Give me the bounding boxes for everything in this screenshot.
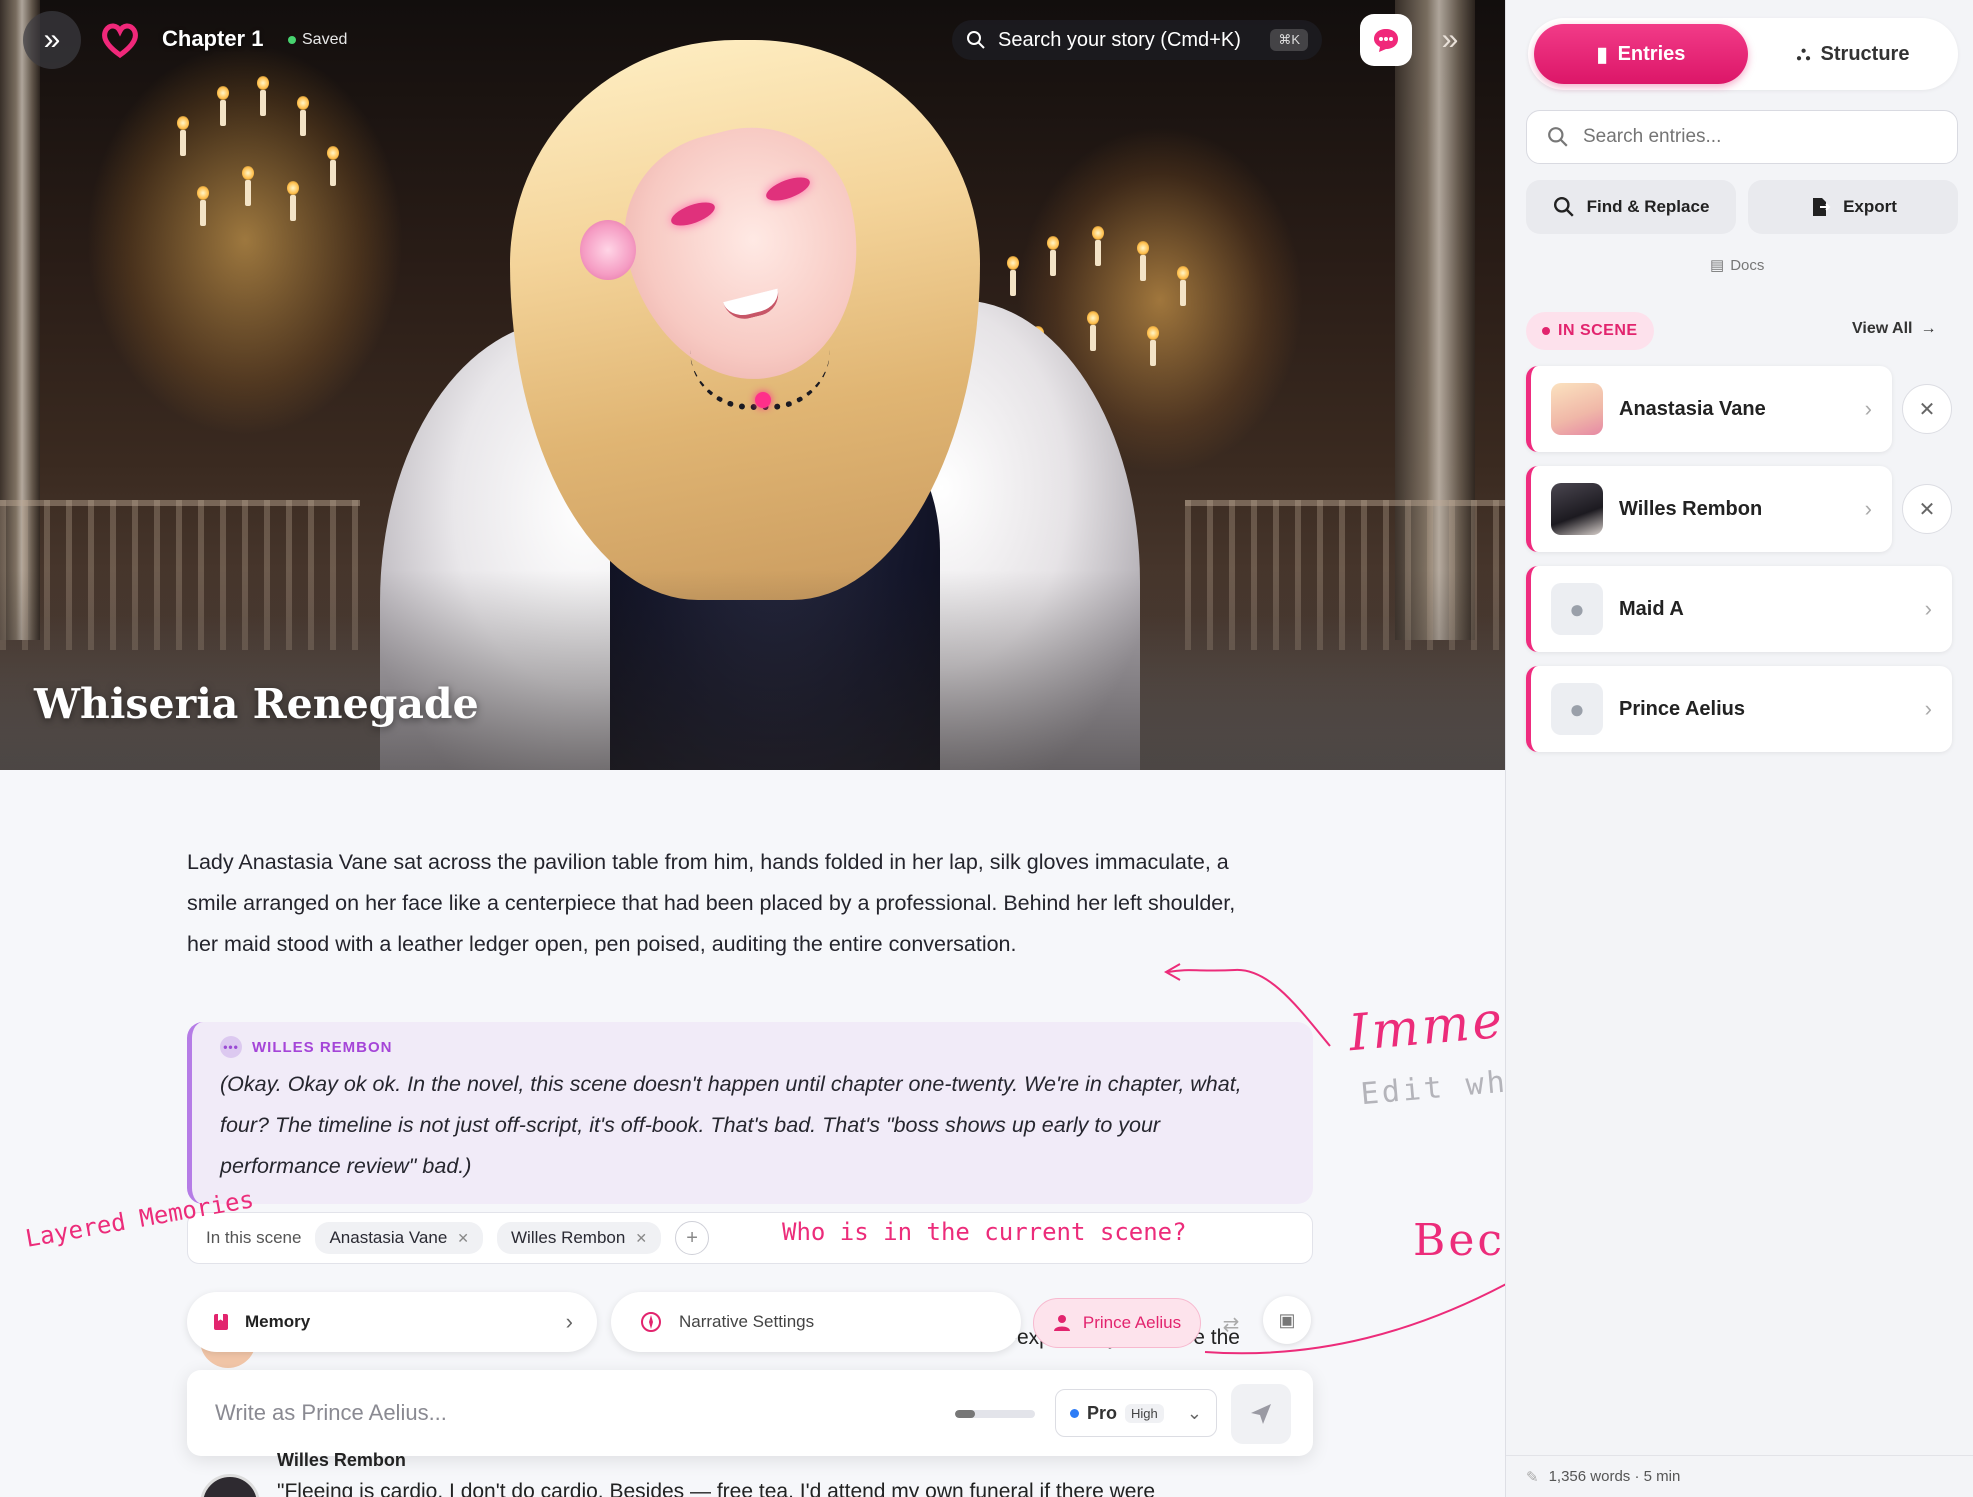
- close-icon[interactable]: ✕: [635, 1230, 647, 1247]
- entry-card[interactable]: ● Maid A ›: [1526, 566, 1952, 652]
- entries-search: [1526, 110, 1958, 164]
- tab-structure[interactable]: ⛬ Structure: [1754, 24, 1952, 84]
- chat-button[interactable]: [1360, 14, 1412, 66]
- tray-icon: ▣: [1278, 1309, 1296, 1330]
- save-draft-button[interactable]: ▣: [1263, 1296, 1311, 1344]
- chevron-right-icon: ›: [565, 1309, 573, 1334]
- bookmark-icon: [214, 1314, 228, 1330]
- status-dot: [1542, 327, 1550, 335]
- book-icon: ▮: [1596, 43, 1608, 66]
- thought-icon: •••: [220, 1036, 242, 1058]
- entries-sidebar: ▮ Entries ⛬ Structure Find & Replace Exp…: [1505, 0, 1973, 1497]
- story-title: Whiseria Renegade: [34, 680, 479, 728]
- scene-chip[interactable]: Anastasia Vane ✕: [315, 1222, 484, 1254]
- message-text: "Fleeing is cardio. I don't do cardio. B…: [277, 1480, 1156, 1497]
- creativity-slider[interactable]: [955, 1410, 1035, 1418]
- composer-toolbar: Memory › Narrative Settings Prince Aeliu…: [187, 1288, 1313, 1358]
- remove-entry-button[interactable]: ✕: [1902, 484, 1952, 534]
- scene-label: In this scene: [206, 1228, 302, 1247]
- document-icon: ▤: [1710, 257, 1725, 274]
- chat-bubble-icon: [1374, 29, 1398, 52]
- close-icon[interactable]: ✕: [457, 1230, 469, 1247]
- search-icon: [1553, 196, 1574, 217]
- swap-icon: ⇄: [1222, 1313, 1240, 1336]
- double-chevron-right-icon: »: [43, 23, 61, 56]
- app-root: Whiseria Renegade » Chapter 1 Saved Sear…: [0, 0, 1973, 1497]
- save-status: Saved: [288, 31, 347, 49]
- user-icon: ●: [1551, 583, 1603, 635]
- export-icon: [1813, 198, 1831, 216]
- send-icon: [1251, 1404, 1271, 1424]
- scene-chip[interactable]: Willes Rembon ✕: [497, 1222, 662, 1254]
- composer-input[interactable]: [215, 1400, 895, 1426]
- chevron-down-icon: ⌄: [1186, 1402, 1202, 1423]
- sidebar-tabs: ▮ Entries ⛬ Structure: [1528, 18, 1958, 90]
- annotation-who: Who is in the current scene?: [782, 1218, 1187, 1246]
- message-author: Willes Rembon: [277, 1450, 406, 1470]
- story-paragraph: Lady Anastasia Vane sat across the pavil…: [187, 850, 1236, 956]
- model-tier: High: [1125, 1403, 1164, 1423]
- avatar: [1551, 483, 1603, 535]
- tab-entries[interactable]: ▮ Entries: [1534, 24, 1748, 84]
- heart-logo-icon: [102, 23, 138, 59]
- docs-link[interactable]: ▤ Docs: [1710, 256, 1764, 275]
- close-icon: ✕: [1918, 398, 1936, 421]
- narrative-settings-button[interactable]: Narrative Settings: [611, 1292, 1021, 1352]
- search-input[interactable]: [1583, 126, 1923, 148]
- remove-entry-button[interactable]: ✕: [1902, 384, 1952, 434]
- avatar: [1551, 383, 1603, 435]
- memory-button[interactable]: Memory ›: [187, 1292, 597, 1352]
- thought-speaker: WILLES REMBON: [252, 1038, 393, 1056]
- swap-persona-button[interactable]: ⇄: [1211, 1304, 1251, 1344]
- send-button[interactable]: [1231, 1384, 1291, 1444]
- entry-card[interactable]: ● Prince Aelius ›: [1526, 666, 1952, 752]
- chevron-right-icon: ›: [1924, 596, 1932, 621]
- double-chevron-right-icon: »: [1441, 23, 1459, 56]
- feather-icon: ✎: [1526, 1468, 1539, 1486]
- thought-text: (Okay. Okay ok ok. In the novel, this sc…: [220, 1072, 1242, 1178]
- user-icon: ●: [1551, 683, 1603, 735]
- collapse-panel-button[interactable]: »: [1428, 18, 1472, 62]
- story-search-button[interactable]: Search your story (Cmd+K) ⌘K: [952, 20, 1322, 60]
- model-select[interactable]: Pro High ⌄: [1055, 1389, 1217, 1437]
- chapter-title[interactable]: Chapter 1: [162, 26, 263, 52]
- persona-button[interactable]: Prince Aelius: [1033, 1298, 1201, 1348]
- search-icon: [1548, 127, 1568, 147]
- avatar: [200, 1474, 260, 1497]
- find-replace-button[interactable]: Find & Replace: [1526, 180, 1736, 234]
- model-dot: [1070, 1408, 1079, 1418]
- thought-block: ••• WILLES REMBON (Okay. Okay ok ok. In …: [187, 1022, 1313, 1204]
- hero-banner: Whiseria Renegade: [0, 0, 1505, 770]
- close-icon: ✕: [1918, 498, 1936, 521]
- message-composer: Pro High ⌄: [187, 1370, 1313, 1456]
- compass-icon: [641, 1312, 661, 1332]
- add-participant-button[interactable]: +: [675, 1221, 710, 1255]
- entry-card[interactable]: Willes Rembon ›: [1526, 466, 1892, 552]
- view-all-link[interactable]: View All →: [1852, 320, 1936, 338]
- expand-sidebar-button[interactable]: »: [23, 11, 81, 69]
- search-icon: [967, 31, 985, 49]
- export-button[interactable]: Export: [1748, 180, 1958, 234]
- chevron-right-icon: ›: [1864, 496, 1872, 521]
- word-count: ✎ 1,356 words · 5 min: [1506, 1455, 1973, 1497]
- status-dot: [288, 36, 296, 44]
- slider-fill: [955, 1410, 975, 1418]
- tree-icon: ⛬: [1796, 42, 1811, 65]
- arrow-right-icon: →: [1920, 320, 1937, 337]
- user-icon: [1053, 1315, 1070, 1331]
- shortcut-badge: ⌘K: [1270, 29, 1308, 51]
- chevron-right-icon: ›: [1924, 696, 1932, 721]
- entry-card[interactable]: Anastasia Vane ›: [1526, 366, 1892, 452]
- in-scene-badge: IN SCENE: [1526, 312, 1654, 350]
- chevron-right-icon: ›: [1864, 396, 1872, 421]
- chandelier-left: [150, 60, 350, 300]
